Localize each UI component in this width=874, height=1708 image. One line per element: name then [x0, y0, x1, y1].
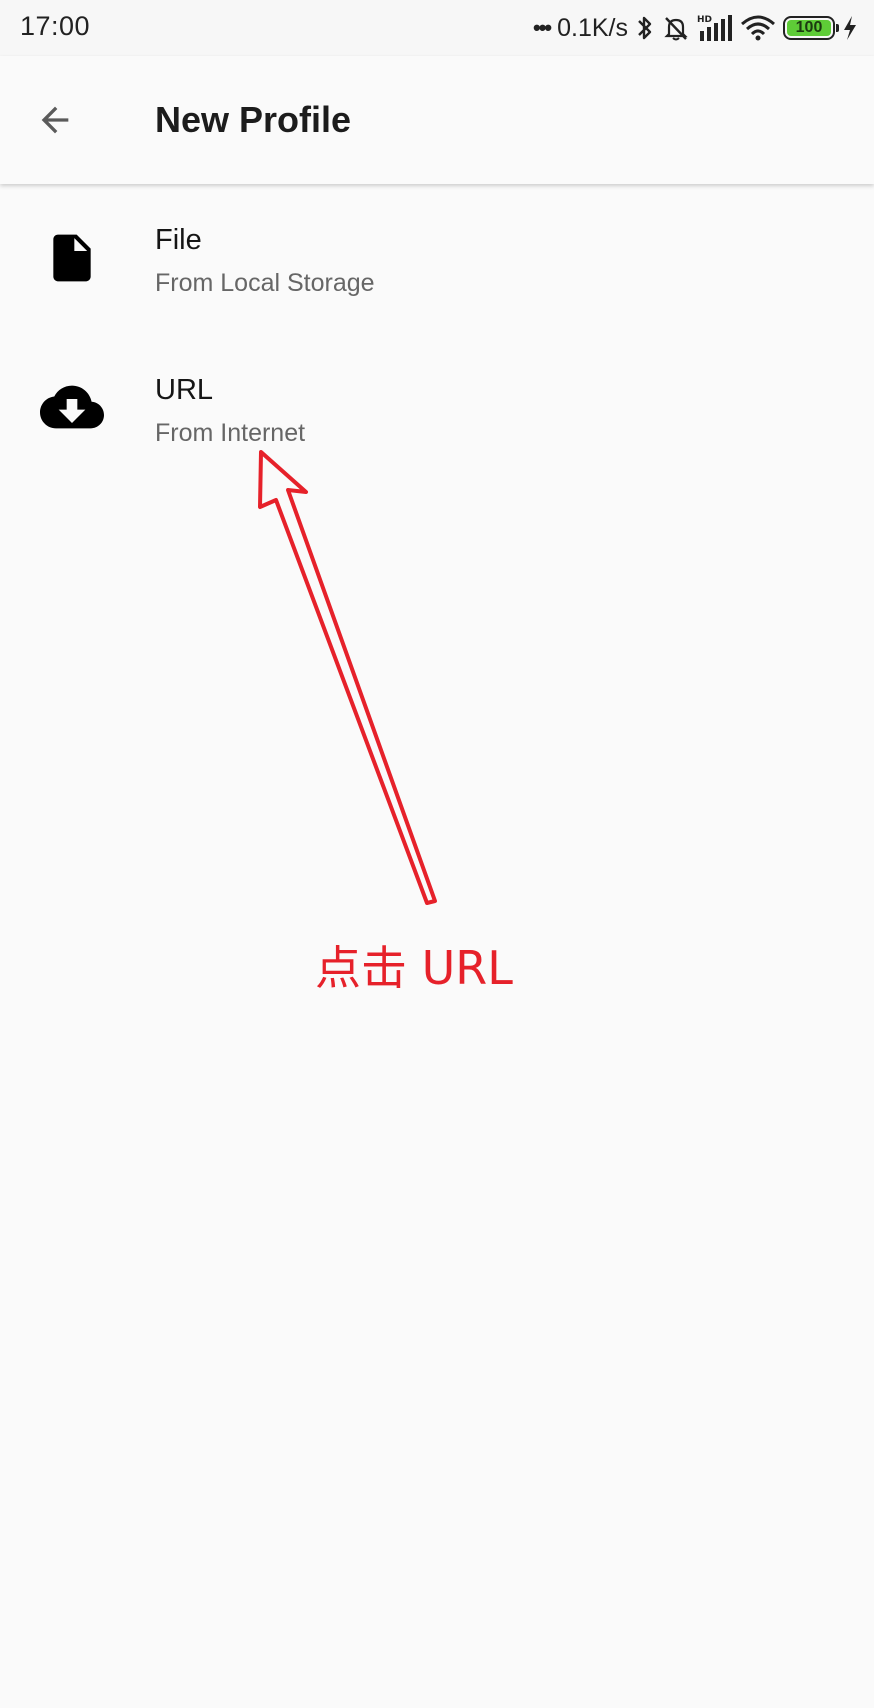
file-icon — [40, 226, 104, 290]
annotation-label: 点击 URL — [315, 941, 513, 995]
bluetooth-icon — [635, 14, 655, 42]
cloud-download-icon — [40, 375, 104, 439]
wifi-icon — [740, 14, 776, 42]
arrow-back-icon — [41, 106, 69, 134]
back-button[interactable] — [30, 95, 80, 145]
battery-tip — [836, 24, 839, 32]
status-time: 17:00 — [20, 11, 91, 41]
more-dots: ••• — [533, 15, 552, 40]
hd-signal-icon: HD — [697, 13, 733, 43]
option-file-subtitle: From Local Storage — [155, 269, 375, 297]
network-speed: 0.1K/s — [557, 13, 628, 42]
app-bar: New Profile — [0, 56, 874, 184]
page-title: New Profile — [155, 99, 352, 140]
option-file[interactable]: File From Local Storage — [0, 192, 874, 342]
mute-bell-icon — [662, 14, 690, 42]
battery-icon: 100 — [783, 16, 839, 40]
status-bar: 17:00 ••• 0.1K/s HD 100 — [0, 0, 874, 56]
option-url[interactable]: URL From Internet — [0, 342, 874, 492]
option-file-title: File — [155, 224, 202, 256]
option-url-subtitle: From Internet — [155, 419, 306, 447]
battery-level: 100 — [795, 19, 823, 36]
status-icons: ••• 0.1K/s HD 100 — [533, 8, 858, 48]
svg-text:HD: HD — [697, 15, 712, 25]
option-url-title: URL — [155, 374, 214, 406]
charging-icon — [842, 15, 858, 41]
